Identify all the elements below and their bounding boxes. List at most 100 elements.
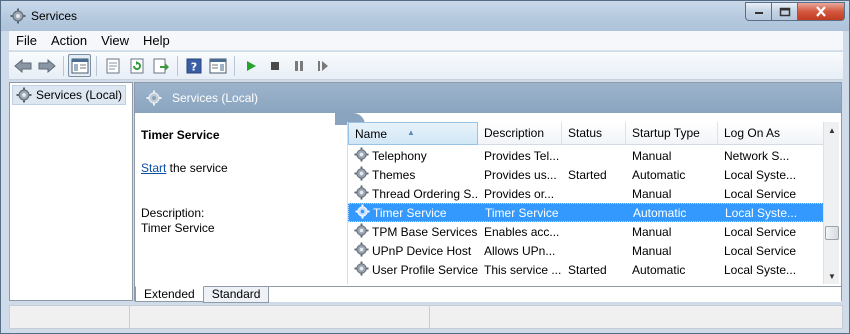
services-window: Services File Action View Help ? Service… (0, 0, 850, 334)
description-text: Timer Service (141, 221, 215, 235)
show-action-pane-button[interactable] (206, 54, 229, 77)
refresh-button[interactable] (125, 54, 148, 77)
view-tabs: Extended Standard (135, 286, 841, 303)
description-label: Description: (141, 206, 205, 220)
close-button[interactable] (798, 2, 845, 21)
status-bar-segment (130, 306, 430, 328)
service-name: Telephony (372, 148, 427, 163)
minimize-icon (754, 11, 763, 14)
play-icon (246, 60, 256, 71)
service-startup-type: Manual (632, 224, 672, 239)
show-hide-console-tree-button[interactable] (68, 54, 91, 77)
toolbar: ? (9, 52, 843, 80)
start-service-link[interactable]: Start (141, 161, 166, 175)
export-list-button[interactable] (149, 54, 172, 77)
service-row[interactable]: TPM Base Services Enables acc... Manual Loc… (348, 222, 824, 241)
column-header-status[interactable]: Status (562, 122, 626, 145)
selected-service-title: Timer Service (141, 128, 220, 142)
column-header-log-on-as[interactable]: Log On As (718, 122, 824, 145)
service-startup-type: Automatic (632, 167, 686, 182)
service-status: Started (568, 167, 607, 182)
service-startup-type: Automatic (633, 205, 687, 220)
restart-service-button[interactable] (311, 54, 334, 77)
service-startup-type: Manual (632, 243, 672, 258)
console-tree: Services (Local) (9, 82, 133, 301)
service-name-cell: Thread Ordering S... (348, 184, 478, 203)
service-name: User Profile Service (372, 262, 478, 277)
service-row[interactable]: User Profile Service This service ... Star… (348, 260, 824, 279)
service-row[interactable]: UPnP Device Host Allows UPn... Manual Local… (348, 241, 824, 260)
toolbar-separator (96, 55, 97, 76)
pane-header: Services (Local) (135, 83, 841, 113)
minimize-button[interactable] (745, 2, 772, 21)
service-startup-type: Automatic (632, 262, 686, 277)
stop-service-button[interactable] (263, 54, 286, 77)
tab-standard[interactable]: Standard (202, 287, 270, 303)
service-description: This service ... (484, 262, 562, 277)
properties-button[interactable] (101, 54, 124, 77)
back-arrow-icon (13, 58, 31, 73)
service-row[interactable]: Timer Service Timer Service Automatic Local… (348, 203, 824, 222)
column-header-name[interactable]: ▲ Name (348, 122, 478, 145)
service-description: Provides Tel... (484, 148, 560, 163)
service-gear-icon (354, 184, 369, 203)
service-description: Enables acc... (484, 224, 560, 239)
start-service-button[interactable] (239, 54, 262, 77)
service-log-on-as: Network S... (724, 148, 790, 163)
title-bar[interactable]: Services (1, 1, 849, 31)
service-startup-type: Manual (632, 186, 672, 201)
status-bar-segment (10, 306, 130, 328)
service-row[interactable]: Telephony Provides Tel... Manual Network S.… (348, 146, 824, 165)
status-bar (9, 305, 843, 329)
vertical-scrollbar[interactable]: ▲ ▼ (823, 122, 839, 284)
service-name-cell: TPM Base Services (348, 222, 478, 241)
menu-bar: File Action View Help (9, 31, 843, 51)
tab-extended[interactable]: Extended (135, 286, 204, 302)
scroll-thumb[interactable] (825, 226, 839, 240)
pane-header-title: Services (Local) (172, 91, 259, 105)
service-gear-icon (354, 241, 369, 260)
service-row[interactable]: Thread Ordering S... Provides or... Manual… (348, 184, 824, 203)
column-header-description[interactable]: Description (478, 122, 562, 145)
help-button[interactable]: ? (182, 54, 205, 77)
properties-icon (106, 58, 119, 73)
service-description: Timer Service (485, 205, 559, 220)
show-hide-console-tree-icon (71, 58, 88, 73)
service-name: Thread Ordering S... (372, 186, 478, 201)
menu-view[interactable]: View (94, 31, 136, 51)
scroll-up-icon[interactable]: ▲ (824, 122, 840, 138)
service-name-cell: Timer Service (349, 203, 479, 222)
services-list: ▲ Name Description Status Startup Type Lo… (347, 122, 839, 284)
tree-item-label: Services (Local) (36, 88, 123, 102)
tree-item-services-local[interactable]: Services (Local) (12, 85, 126, 105)
window-title: Services (31, 9, 78, 23)
service-name: UPnP Device Host (372, 243, 472, 258)
services-gear-icon (16, 87, 32, 103)
refresh-icon (130, 58, 143, 73)
back-button[interactable] (11, 54, 34, 77)
export-list-icon (153, 58, 169, 73)
service-log-on-as: Local Service (724, 186, 797, 201)
pause-service-button[interactable] (287, 54, 310, 77)
scroll-down-icon[interactable]: ▼ (824, 268, 840, 284)
toolbar-separator (63, 55, 64, 76)
services-rows: Telephony Provides Tel... Manual Network S.… (348, 146, 824, 279)
service-row[interactable]: Themes Provides us... Started Automatic Loca… (348, 165, 824, 184)
service-log-on-as: Local Syste... (724, 167, 797, 182)
service-log-on-as: Local Syste... (725, 205, 798, 220)
help-icon: ? (186, 58, 201, 73)
menu-file[interactable]: File (9, 31, 44, 51)
column-header-startup-type[interactable]: Startup Type (626, 122, 718, 145)
sort-ascending-icon: ▲ (407, 128, 415, 137)
forward-button[interactable] (35, 54, 58, 77)
menu-help[interactable]: Help (136, 31, 177, 51)
service-gear-icon (354, 165, 369, 184)
start-service-line: Start the service (141, 161, 228, 175)
service-name-cell: User Profile Service (348, 260, 478, 279)
service-gear-icon (355, 203, 370, 222)
maximize-button[interactable] (772, 2, 798, 21)
maximize-icon (779, 7, 790, 16)
service-name: Timer Service (373, 205, 447, 220)
details-pane: Services (Local) Timer Service Start the… (134, 82, 842, 303)
menu-action[interactable]: Action (44, 31, 94, 51)
